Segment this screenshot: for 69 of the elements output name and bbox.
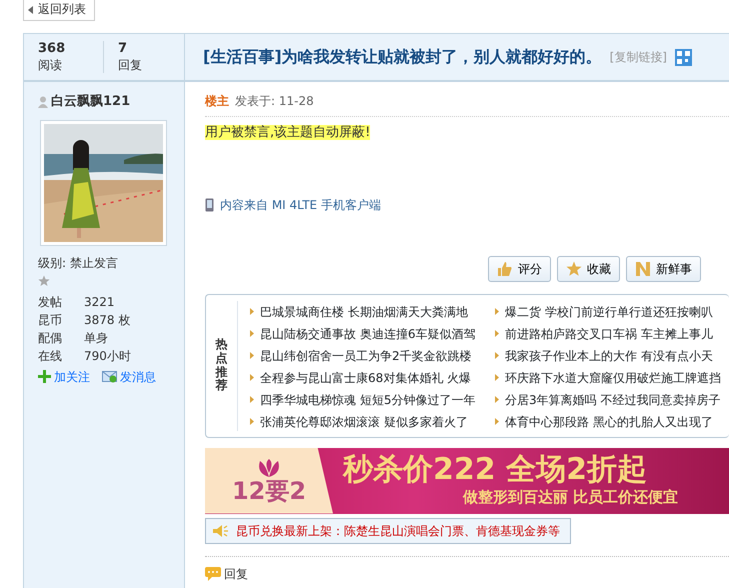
hot-topic-link[interactable]: 我家孩子作业本上的大作 有没有点小天 [505,344,713,366]
floor-label: 楼主 [205,93,229,110]
caret-icon [28,6,34,14]
source-link[interactable]: 内容来自 MI 4LTE 手机客户端 [220,196,381,214]
panel-title: 热点推荐 [216,338,228,394]
field-value: 790小时 [84,348,131,364]
speaker-icon [212,524,230,538]
announcement-link[interactable]: 昆币兑换最新上架：陈楚生昆山演唱会门票、肯德基现金券等 [236,522,560,540]
banner-headline: 秒杀价222 全场2折起 [343,452,648,486]
thumbs-up-icon [497,260,513,276]
stat-label: 回复 [118,57,144,73]
plus-icon [38,370,51,383]
chevron-icon [250,418,254,425]
star-icon [566,260,582,276]
reply-label: 回复 [224,566,248,582]
hot-topic-link[interactable]: 环庆路下水道大窟窿仅用破烂施工牌遮挡 [505,366,721,388]
chevron-icon [250,374,254,381]
field-label: 发帖 [38,294,63,310]
envelope-icon [102,370,117,382]
comment-icon [205,566,221,580]
chevron-icon [250,396,254,403]
thread-title: [生活百事]为啥我发转让贴就被封了，别人就都好好的。 [203,46,602,68]
follow-link[interactable]: 加关注 [38,368,90,386]
stat-label: 阅读 [38,57,63,73]
stat-value: 368 [38,41,66,57]
letter-n-icon [635,260,651,276]
hot-topic-link[interactable]: 四季华城电梯惊魂 短短5分钟像过了一年 [260,388,476,410]
username[interactable]: 白云飘飘121 [51,92,130,112]
field-value: 3221 [84,294,115,310]
message-link[interactable]: 发消息 [102,368,156,386]
chevron-icon [250,330,254,337]
hot-topic-link[interactable]: 爆二货 学校门前逆行单行道还狂按喇叭 [505,300,713,322]
field-label: 配偶 [38,330,63,346]
hot-topic-link[interactable]: 张浦英伦尊邸浓烟滚滚 疑似多家着火了 [260,410,468,432]
hot-topic-link[interactable]: 体育中心那段路 黑心的扎胎人又出现了 [505,410,713,432]
chevron-icon [495,418,499,425]
hot-topic-link[interactable]: 分居3年算离婚吗 不经过我同意卖掉房子 [505,388,720,410]
phone-icon [205,198,214,212]
chevron-icon [250,308,254,315]
level-label: 级别: 禁止发言 [38,254,119,272]
chevron-icon [495,352,499,359]
field-label: 昆币 [38,312,63,328]
flower-logo-icon [256,458,282,478]
hot-topic-link[interactable]: 昆山陆杨交通事故 奥迪连撞6车疑似酒驾 [260,322,476,344]
favorite-button[interactable]: 收藏 [557,256,620,282]
banner-subline: 做整形到百达丽 比员工价还便宜 [463,486,678,508]
post-date: 发表于: 11-28 [235,93,314,110]
user-icon [38,96,48,108]
chevron-icon [495,374,499,381]
chevron-icon [495,308,499,315]
field-value: 单身 [84,330,108,346]
field-label: 在线 [38,348,63,364]
chevron-icon [250,352,254,359]
banner-label: 12要2 [232,478,306,502]
chevron-icon [495,330,499,337]
hot-topic-link[interactable]: 昆山纬创宿舍一员工为争2千奖金欲跳楼 [260,344,472,366]
field-value: 3878 枚 [84,312,130,328]
banned-notice: 用户被禁言,该主题自动屏蔽! [205,125,370,140]
hot-topic-link[interactable]: 前进路柏庐路交叉口车祸 车主摊上事儿 [505,322,713,344]
rate-button[interactable]: 评分 [488,256,551,282]
hot-topic-link[interactable]: 巴城景城商住楼 长期油烟满天大粪满地 [260,300,468,322]
star-icon [38,274,50,286]
share-button[interactable]: 新鲜事 [626,256,701,282]
ad-banner[interactable]: 12要2 秒杀价222 全场2折起 做整形到百达丽 比员工价还便宜 [205,448,729,514]
hot-topic-link[interactable]: 全程参与昆山富士康68对集体婚礼 火爆 [260,366,472,388]
qr-code-icon [675,48,692,66]
stat-value: 7 [118,41,128,57]
chevron-icon [495,396,499,403]
back-button[interactable]: 返回列表 [23,0,95,21]
